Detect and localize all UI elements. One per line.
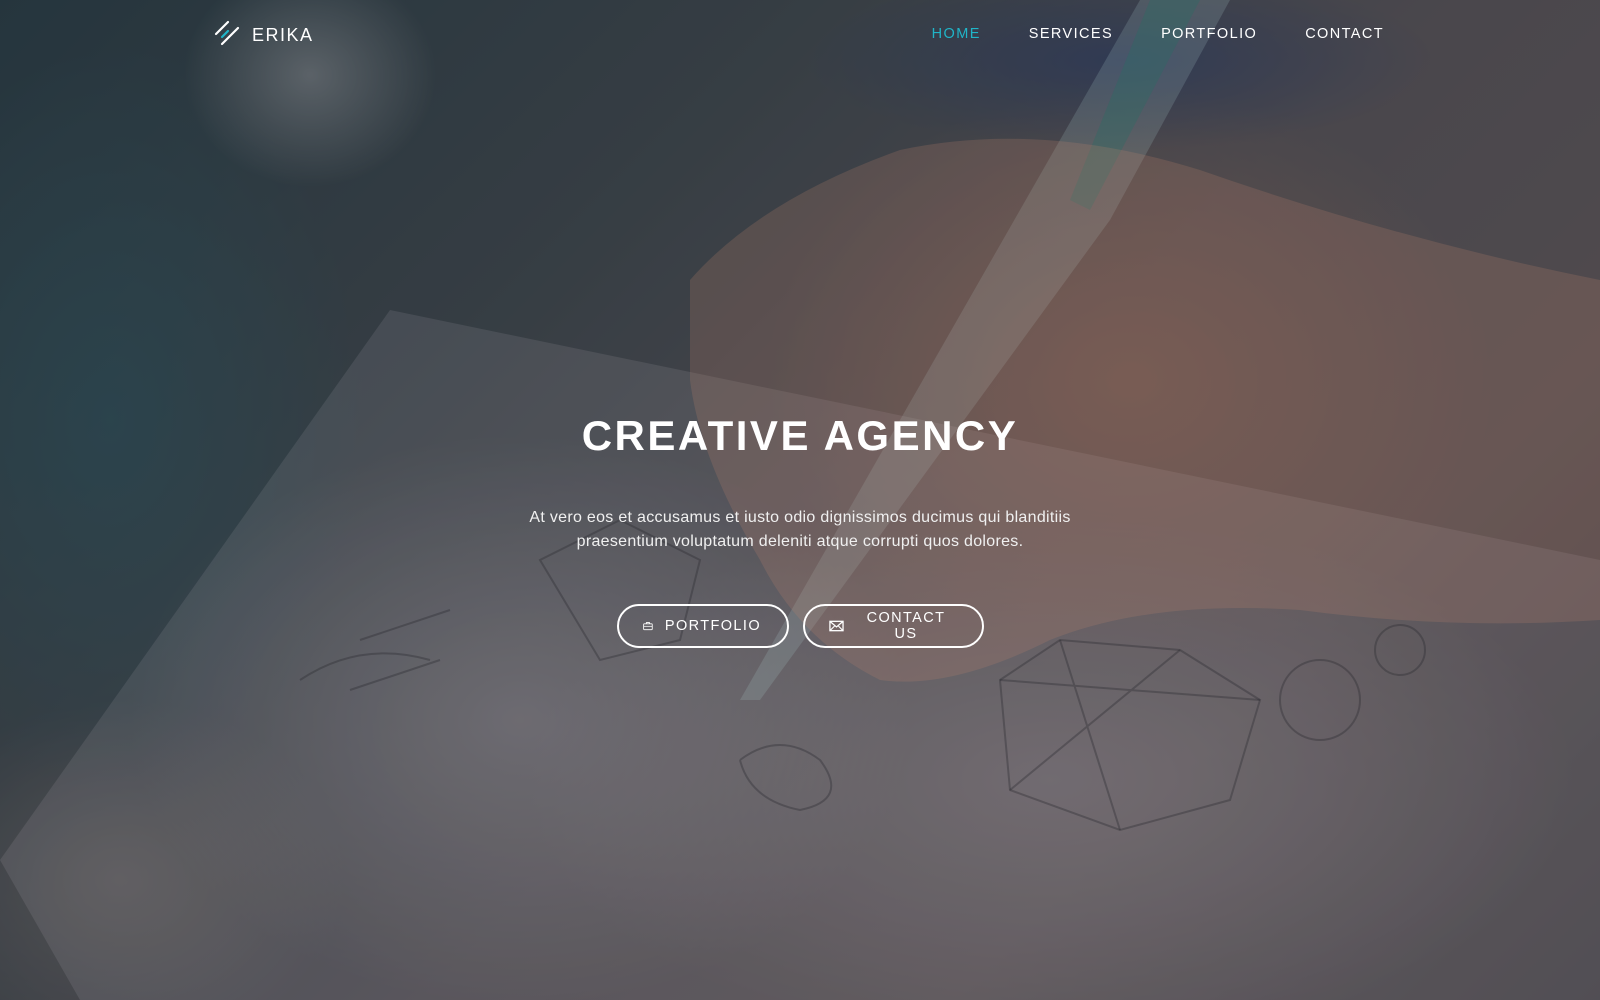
- nav-item-contact[interactable]: CONTACT: [1305, 26, 1384, 42]
- hero-buttons: PORTFOLIO CONTACT US: [0, 604, 1600, 648]
- nav-item-portfolio[interactable]: PORTFOLIO: [1161, 26, 1257, 42]
- hero-section: ERIKA HOME SERVICES PORTFOLIO CONTACT CR…: [0, 0, 1600, 1000]
- brand-logo[interactable]: ERIKA: [214, 20, 314, 50]
- portfolio-button[interactable]: PORTFOLIO: [617, 604, 789, 648]
- envelope-icon: [829, 620, 844, 632]
- hero-subtitle: At vero eos et accusamus et iusto odio d…: [450, 506, 1150, 554]
- brand-name: ERIKA: [252, 24, 314, 45]
- background-illustration: [0, 0, 1600, 1000]
- contact-us-button[interactable]: CONTACT US: [803, 604, 984, 648]
- hero-title: CREATIVE AGENCY: [581, 412, 1019, 459]
- hero-subtitle-line-2: praesentium voluptatum deleniti atque co…: [576, 533, 1024, 550]
- contact-us-button-label: CONTACT US: [866, 610, 946, 642]
- top-navbar: ERIKA HOME SERVICES PORTFOLIO CONTACT: [0, 0, 1600, 72]
- nav-menu: HOME SERVICES PORTFOLIO CONTACT: [932, 26, 1384, 42]
- nav-item-services[interactable]: SERVICES: [1029, 26, 1113, 42]
- portfolio-button-label: PORTFOLIO: [664, 618, 761, 634]
- hero-subtitle-line-1: At vero eos et accusamus et iusto odio d…: [529, 509, 1071, 526]
- nav-item-home[interactable]: HOME: [932, 26, 981, 42]
- briefcase-icon: [643, 622, 653, 631]
- slash-lines-logo-icon: [214, 20, 240, 46]
